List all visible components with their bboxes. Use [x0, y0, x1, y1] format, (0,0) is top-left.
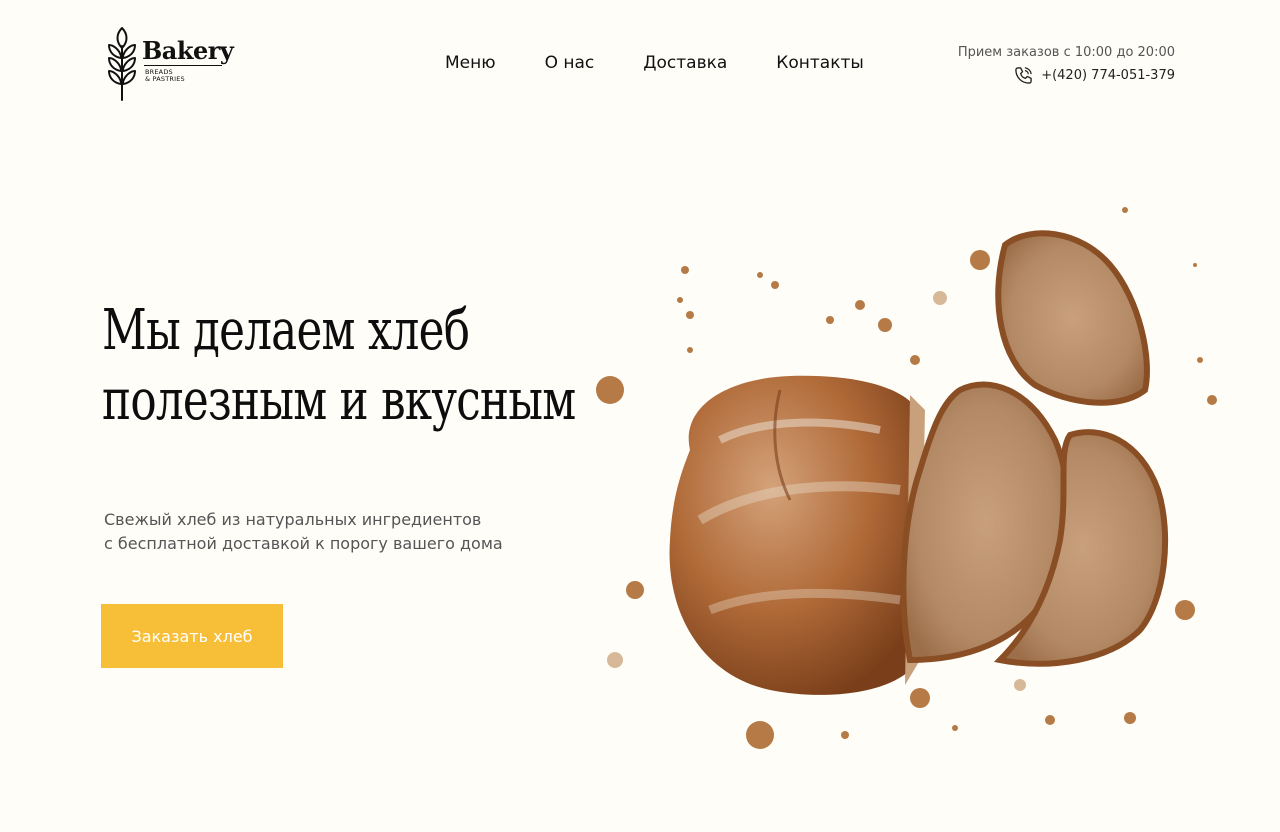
- phone-row: +(420) 774-051-379: [958, 66, 1175, 85]
- contact-block: Прием заказов с 10:00 до 20:00 +(420) 77…: [958, 44, 1175, 85]
- hero-subtitle: Свежый хлеб из натуральных ингредиентов …: [104, 508, 544, 556]
- hero-title: Мы делаем хлеб полезным и вкусным: [102, 296, 576, 436]
- brand-underline: [144, 65, 222, 67]
- hero-subtitle-line2: с бесплатной доставкой к порогу вашего д…: [104, 534, 503, 553]
- nav-item-delivery[interactable]: Доставка: [643, 52, 727, 74]
- bread-image: [596, 207, 1217, 749]
- brand-name: Bakery: [142, 36, 234, 65]
- site-header: Bakery BREADS & PASTRIES Меню О нас Дост…: [0, 0, 1280, 120]
- main-nav: Меню О нас Доставка Контакты: [445, 52, 864, 74]
- phone-link[interactable]: +(420) 774-051-379: [1041, 68, 1175, 84]
- brand-tagline: BREADS & PASTRIES: [145, 69, 205, 83]
- hero-title-line1: Мы делаем хлеб: [102, 298, 470, 363]
- phone-icon: [1015, 67, 1032, 84]
- wheat-ear-icon: [108, 27, 136, 101]
- order-bread-button[interactable]: Заказать хлеб: [101, 604, 283, 668]
- nav-item-about[interactable]: О нас: [545, 52, 595, 74]
- nav-item-menu[interactable]: Меню: [445, 52, 496, 74]
- order-hours: Прием заказов с 10:00 до 20:00: [957, 45, 1175, 60]
- bakery-logo[interactable]: Bakery BREADS & PASTRIES: [106, 26, 234, 102]
- hero-subtitle-line1: Свежый хлеб из натуральных ингредиентов: [104, 510, 482, 529]
- bread-slice-top: [995, 230, 1150, 406]
- brand-tagline-line2: & PASTRIES: [145, 75, 185, 83]
- bread-loaf: [669, 375, 925, 695]
- hero-title-line2: полезным и вкусным: [102, 368, 576, 433]
- nav-item-contacts[interactable]: Контакты: [776, 52, 864, 74]
